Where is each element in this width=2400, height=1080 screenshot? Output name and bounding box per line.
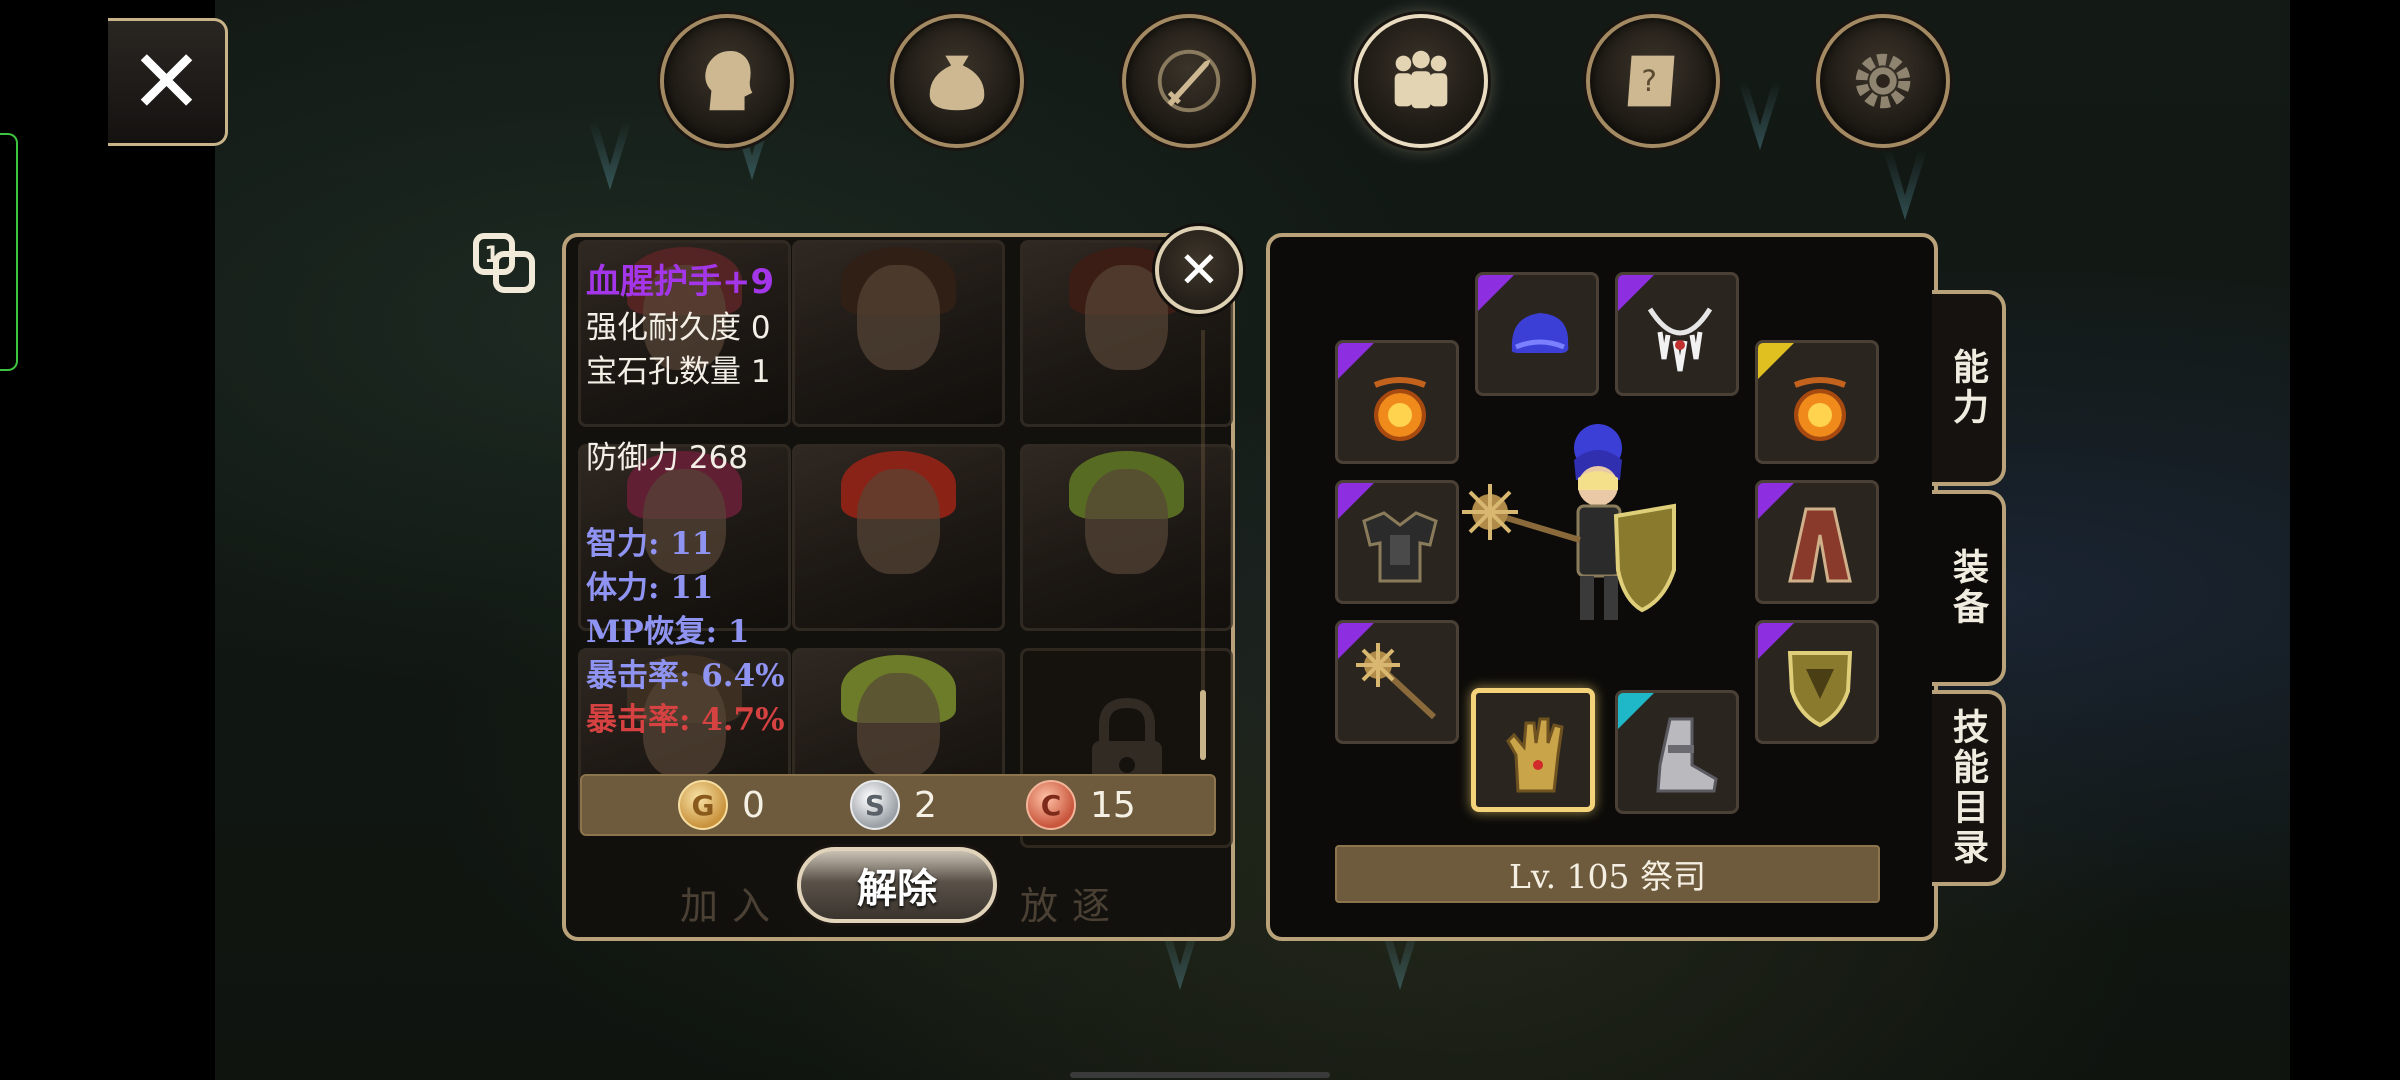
slot-cloak[interactable]: [1755, 480, 1879, 604]
expel-button[interactable]: 放逐: [1020, 878, 1124, 934]
left-black-margin: [0, 0, 215, 1080]
settings-gear-icon: [1855, 53, 1911, 109]
tab-equipment[interactable]: 装备: [1932, 490, 2006, 686]
copper-value: 15: [1090, 784, 1136, 826]
spiked-mace-icon: [1356, 643, 1437, 720]
quest-scroll-icon: ?: [1627, 55, 1675, 107]
gold-coin-icon: G: [678, 780, 728, 830]
inventory-bag-icon: [929, 55, 985, 111]
gem-socket-count: 宝石孔数量 1: [586, 354, 771, 390]
slot-ring-right[interactable]: [1755, 340, 1879, 464]
party-members-icon: [1394, 50, 1448, 109]
slot-boots[interactable]: [1615, 690, 1739, 814]
tab-skill-list[interactable]: 技能目录: [1932, 690, 2006, 886]
slot-shield[interactable]: [1755, 620, 1879, 744]
nav-inventory-button[interactable]: [890, 14, 1024, 148]
profile-head-icon: [705, 51, 753, 111]
tooltip-scroll-thumb[interactable]: [1200, 690, 1206, 760]
stat-int: 智力: 11: [586, 526, 714, 562]
golden-shield-icon: [1787, 651, 1853, 728]
slot-helmet[interactable]: [1475, 272, 1599, 396]
gold-gauntlet-icon: [1506, 717, 1564, 793]
nav-quest-button[interactable]: ?: [1586, 14, 1720, 148]
silver-coin-icon: S: [850, 780, 900, 830]
stat-crit-rate-compare: 暴击率: 4.7%: [586, 702, 785, 738]
stat-crit-rate: 暴击率: 6.4%: [586, 658, 785, 694]
item-name: 血腥护手+9: [586, 262, 775, 302]
blue-cap-icon: [1511, 313, 1569, 353]
tab-equipment-label: 装备: [1947, 548, 1988, 628]
close-menu-button[interactable]: ✕: [108, 18, 228, 146]
svg-text:1: 1: [484, 243, 499, 268]
gold-price: G 0: [678, 780, 765, 830]
copper-coin-icon: C: [1026, 780, 1076, 830]
tab-skill-list-label: 技能目录: [1947, 708, 1988, 868]
home-indicator[interactable]: [1070, 1072, 1330, 1078]
copper-price: C 15: [1026, 780, 1136, 830]
nav-profile-button[interactable]: [660, 14, 794, 148]
character-sprite: [1462, 424, 1676, 620]
nav-combat-button[interactable]: [1122, 14, 1256, 148]
party-link-icon[interactable]: 1: [470, 232, 540, 296]
fire-ring-icon: [1373, 377, 1427, 441]
close-tooltip-button[interactable]: ✕: [1155, 226, 1243, 314]
dark-armor-icon: [1362, 511, 1438, 583]
item-price-bar: G 0 S 2 C 15: [580, 774, 1216, 836]
fire-ring-icon: [1793, 377, 1847, 441]
release-button[interactable]: 解除: [797, 847, 997, 923]
edge-panel-handle[interactable]: [0, 133, 18, 371]
item-tooltip: 血腥护手+9 强化耐久度 0 宝石孔数量 1 防御力 268 智力: 11 体力…: [586, 258, 1086, 742]
character-level-label: Lv. 105 祭司: [1508, 857, 1707, 896]
enhance-durability: 强化耐久度 0: [586, 310, 771, 346]
steel-boots-icon: [1656, 717, 1718, 793]
fang-necklace-icon: [1647, 307, 1713, 372]
close-x-icon: ✕: [129, 30, 204, 133]
join-button[interactable]: 加入: [680, 878, 784, 934]
red-cloak-icon: [1788, 507, 1852, 583]
stat-vit: 体力: 11: [586, 570, 714, 606]
close-x-icon: ✕: [1178, 241, 1220, 299]
nav-settings-button[interactable]: [1816, 14, 1950, 148]
silver-value: 2: [914, 784, 937, 826]
character-level-bar: Lv. 105 祭司: [1335, 845, 1880, 903]
slot-gloves[interactable]: [1471, 688, 1595, 812]
tab-ability[interactable]: 能力: [1932, 290, 2006, 486]
stat-mp-regen: MP恢复: 1: [586, 614, 750, 650]
silver-price: S 2: [850, 780, 937, 830]
release-button-label: 解除: [857, 866, 937, 912]
slot-ring-left[interactable]: [1335, 340, 1459, 464]
slot-weapon[interactable]: [1335, 620, 1459, 744]
slot-necklace[interactable]: [1615, 272, 1739, 396]
tab-ability-label: 能力: [1947, 348, 1988, 428]
combat-sword-icon: [1157, 49, 1221, 113]
svg-text:?: ?: [1641, 64, 1657, 98]
slot-armor[interactable]: [1335, 480, 1459, 604]
gold-value: 0: [742, 784, 765, 826]
nav-party-button[interactable]: [1354, 14, 1488, 148]
defense-value: 防御力 268: [586, 440, 749, 476]
